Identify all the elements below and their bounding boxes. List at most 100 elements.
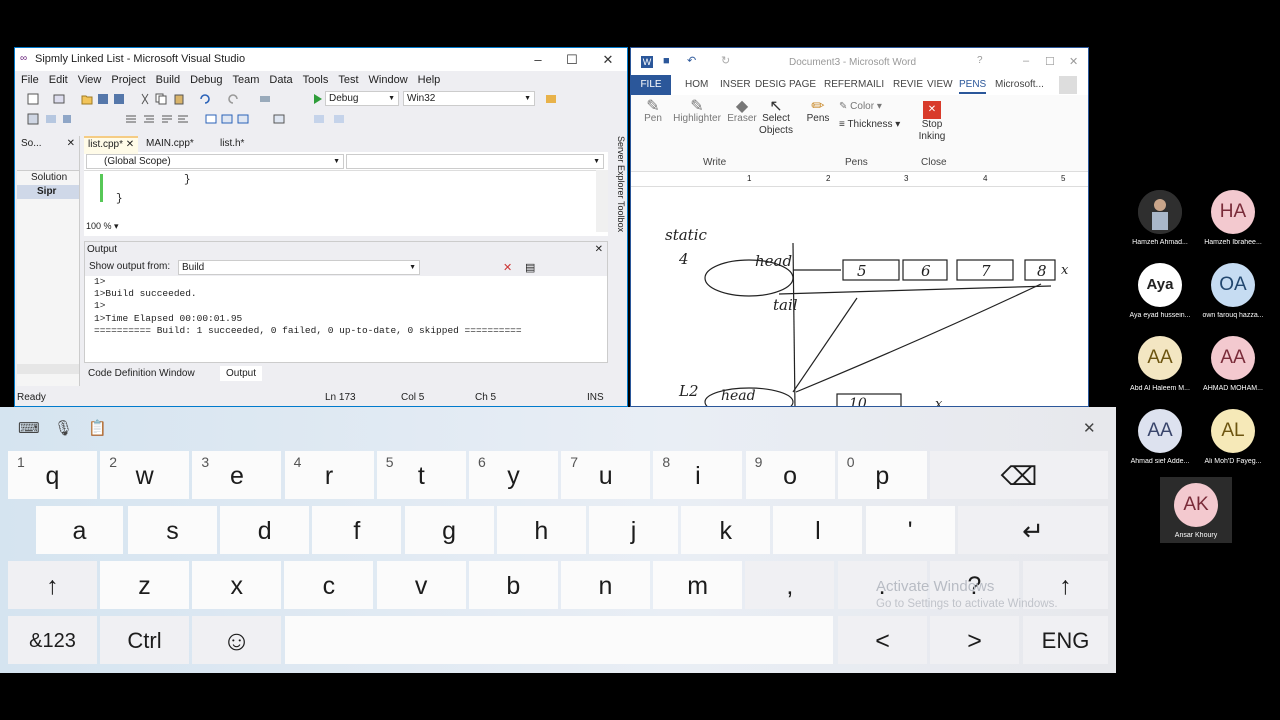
keyboard-layout-icon[interactable]: ⌨ [18, 419, 40, 437]
menu-team[interactable]: Team [228, 71, 265, 89]
bookmark-next-icon[interactable] [237, 113, 249, 125]
find-icon[interactable] [545, 93, 557, 105]
account-name[interactable]: Microsoft... [995, 78, 1044, 92]
menu-project[interactable]: Project [106, 71, 150, 89]
uncomment-icon[interactable] [177, 113, 189, 125]
tab-output[interactable]: Output [220, 366, 263, 381]
emoji-key[interactable]: ☺ [192, 616, 281, 664]
paste-icon[interactable] [173, 93, 185, 105]
key-w[interactable]: 2w [100, 451, 190, 499]
pens-gallery-button[interactable]: ✏ Pens [803, 99, 833, 125]
close-keyboard-button[interactable]: ✕ [1083, 419, 1096, 437]
account-avatar-icon[interactable] [1059, 76, 1077, 94]
code-line-2[interactable]: } [116, 193, 123, 205]
menu-edit[interactable]: Edit [44, 71, 73, 89]
key-e[interactable]: 3e [192, 451, 282, 499]
key-i[interactable]: 8i [653, 451, 743, 499]
key-h[interactable]: h [496, 506, 586, 554]
comment-icon[interactable] [161, 113, 173, 125]
key-q[interactable]: 1q [8, 451, 97, 499]
open-file-icon[interactable] [81, 93, 93, 105]
key-v[interactable]: v [376, 561, 466, 609]
tree-item-solution[interactable]: Solution [17, 171, 79, 185]
toolbar-icon-1[interactable] [27, 113, 39, 125]
menu-tools[interactable]: Tools [298, 71, 334, 89]
menu-debug[interactable]: Debug [185, 71, 227, 89]
key-s[interactable]: s [128, 506, 217, 554]
key-k[interactable]: k [681, 506, 771, 554]
toolbar-icon-2[interactable] [45, 113, 57, 125]
tab-design[interactable]: DESIG [755, 78, 786, 92]
navigate-icon[interactable] [259, 93, 271, 105]
bookmark-folder-icon[interactable] [273, 113, 285, 125]
key-comma[interactable]: , [745, 561, 835, 609]
stop-inking-button[interactable]: ✕ Stop Inking [913, 101, 951, 143]
key-j[interactable]: j [589, 506, 678, 554]
undo-icon[interactable]: ↶ [687, 54, 696, 67]
key-a[interactable]: a [36, 506, 123, 554]
key-f[interactable]: f [312, 506, 402, 554]
tab-code-definition-window[interactable]: Code Definition Window [88, 368, 195, 379]
pen-button[interactable]: ✎ Pen [639, 99, 667, 125]
key-c[interactable]: c [284, 561, 374, 609]
ink-drawing-canvas[interactable]: static 4 head tail L2 head 5 6 7 8 x 10 … [631, 186, 1088, 407]
clear-bookmarks-icon[interactable] [313, 113, 325, 125]
key-r[interactable]: 4r [284, 451, 374, 499]
copy-icon[interactable] [155, 93, 167, 105]
tab-pens[interactable]: PENS [959, 78, 987, 94]
thickness-button[interactable]: ≡ Thickness ▾ [839, 119, 900, 131]
redo-icon[interactable]: ↻ [721, 54, 730, 67]
participant-tile[interactable]: Hamzeh Ahmad... [1124, 190, 1196, 246]
new-project-icon[interactable] [27, 93, 39, 105]
save-icon[interactable] [97, 93, 109, 105]
menu-test[interactable]: Test [333, 71, 363, 89]
solution-platform-select[interactable]: Win32 ▼ [403, 91, 535, 106]
key-b[interactable]: b [468, 561, 558, 609]
ctrl-key[interactable]: Ctrl [100, 616, 189, 664]
vertical-scrollbar[interactable] [596, 170, 608, 232]
tab-home[interactable]: HOM [685, 78, 708, 92]
highlighter-button[interactable]: ✎ Highlighter [671, 99, 723, 125]
member-select[interactable]: ▼ [346, 154, 604, 169]
save-all-icon[interactable] [113, 93, 125, 105]
help-icon[interactable]: ? [977, 55, 983, 66]
key-d[interactable]: d [220, 506, 310, 554]
tab-file[interactable]: FILE [631, 75, 671, 95]
key-m[interactable]: m [653, 561, 743, 609]
tab-mailings[interactable]: MAILI [858, 78, 884, 92]
cut-icon[interactable] [139, 93, 151, 105]
key-z[interactable]: z [100, 561, 189, 609]
key-n[interactable]: n [561, 561, 650, 609]
microphone-icon[interactable]: 🎙 [54, 419, 73, 437]
bookmark-prev-icon[interactable] [221, 113, 233, 125]
participant-tile[interactable]: OA own farouq hazza... [1197, 263, 1269, 319]
clear-all-icon[interactable]: ✕ [503, 261, 512, 274]
participant-tile[interactable]: AK Ansar Khoury [1160, 477, 1232, 543]
color-button[interactable]: ✎ Color ▾ [839, 101, 882, 113]
participant-tile[interactable]: AA Ahmad sief Adde... [1124, 409, 1196, 465]
close-icon[interactable]: ✕ [126, 139, 134, 150]
eraser-button[interactable]: ◆ Eraser [725, 99, 759, 125]
language-key[interactable]: ENG [1023, 616, 1108, 664]
close-button[interactable]: ✕ [1069, 55, 1078, 68]
backspace-key[interactable]: ⌫ [930, 451, 1108, 499]
select-objects-button[interactable]: ↖ Select Objects [757, 99, 795, 137]
key-apostrophe[interactable]: ' [865, 506, 955, 554]
toolbox-tab[interactable]: Toolbox [616, 201, 626, 232]
left-shift-key[interactable]: ↑ [8, 561, 97, 609]
participant-tile[interactable]: AA Abd Al Haleem M... [1124, 336, 1196, 392]
outdent-icon[interactable] [125, 113, 137, 125]
indent-icon[interactable] [143, 113, 155, 125]
tab-page-layout[interactable]: PAGE [789, 78, 816, 92]
menu-help[interactable]: Help [413, 71, 446, 89]
output-source-select[interactable]: Build ▼ [178, 260, 420, 275]
start-debugging-icon[interactable] [311, 93, 323, 105]
enter-key[interactable]: ↵ [958, 506, 1108, 554]
participant-tile[interactable]: AA AHMAD MOHAM... [1197, 336, 1269, 392]
left-arrow-key[interactable]: < [838, 616, 927, 664]
word-wrap-icon[interactable]: ▤ [525, 261, 535, 274]
right-arrow-key[interactable]: > [930, 616, 1019, 664]
toolbar-options-icon[interactable] [333, 113, 345, 125]
maximize-button[interactable]: ☐ [555, 48, 589, 71]
close-icon[interactable]: ✕ [595, 242, 603, 258]
